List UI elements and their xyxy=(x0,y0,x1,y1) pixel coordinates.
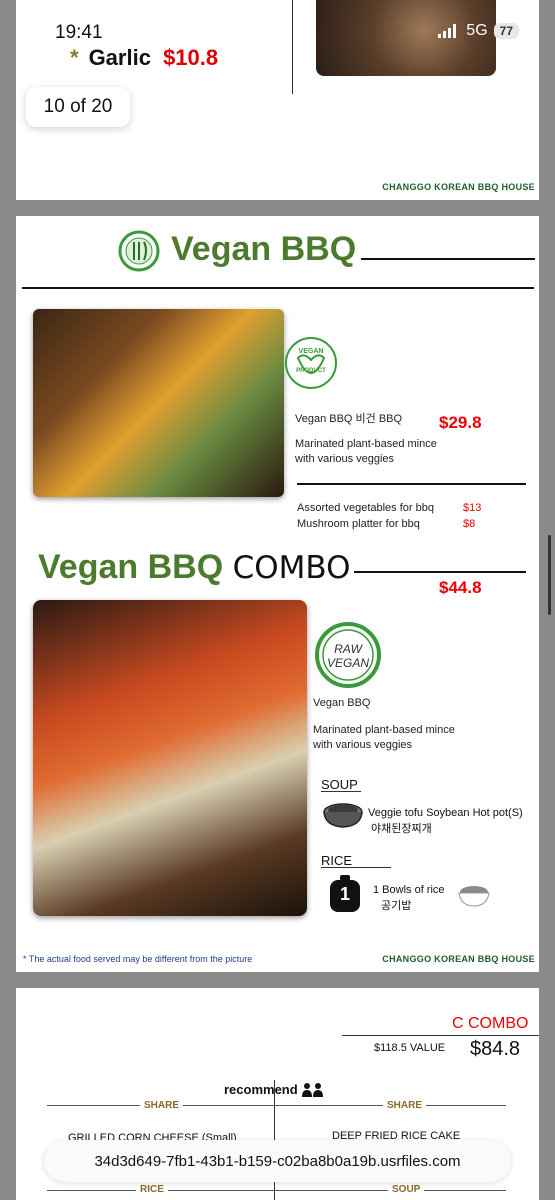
vegan-product-badge-icon: VEGAN PRODUCT xyxy=(284,336,338,390)
vegan-text: VEGAN xyxy=(327,656,369,670)
people-icon xyxy=(301,1082,323,1097)
soup-label: SOUP xyxy=(321,777,358,792)
soup-label: SOUP xyxy=(388,1184,425,1195)
url-bar[interactable]: 34d3d649-7fb1-43b1-b159-c02ba8b0a19b.usr… xyxy=(44,1140,511,1182)
item-price: $29.8 xyxy=(439,413,482,432)
page-counter: 10 of 20 xyxy=(26,87,130,127)
item-name: Garlic xyxy=(88,45,151,70)
status-time: 19:41 xyxy=(55,22,103,43)
brand-footer: CHANGGO KOREAN BBQ HOUSE xyxy=(382,182,535,192)
raw-text: RAW xyxy=(334,642,363,656)
recommend-label: recommend xyxy=(224,1082,298,1097)
rice-item-en: 1 Bowls of rice xyxy=(373,884,445,896)
combo-desc-2: with various veggies xyxy=(313,739,413,751)
rice-soup-rule xyxy=(47,1190,506,1191)
rice-label: RICE xyxy=(321,853,353,868)
item-desc-2: with various veggies xyxy=(295,453,395,465)
menu-item-garlic: * Garlic $10.8 xyxy=(70,45,218,71)
combo-name: C COMBO xyxy=(452,1015,529,1032)
network-label: 5G xyxy=(466,22,488,39)
extra-name-2: Mushroom platter for bbq xyxy=(297,518,420,530)
item-price: $10.8 xyxy=(163,45,219,70)
soup-item-kr: 야채된장찌개 xyxy=(371,823,432,835)
scrollbar[interactable] xyxy=(548,535,551,615)
brand-footer: CHANGGO KOREAN BBQ HOUSE xyxy=(382,954,535,964)
extra-price-1: $13 xyxy=(463,502,482,514)
vegan-bbq-image xyxy=(33,309,284,497)
title-rule xyxy=(361,258,535,260)
menu-page-2: Vegan BBQ VEGAN PRODUCT Vegan BBQ 비건 BBQ… xyxy=(16,216,539,972)
badge-text-2: PRODUCT xyxy=(296,368,326,374)
combo-price: $84.8 xyxy=(470,1038,521,1060)
rice-item-kr: 공기밥 xyxy=(381,900,412,912)
status-indicators: 5G 77 xyxy=(438,22,519,40)
combo-rule xyxy=(354,571,526,573)
battery-icon: 77 xyxy=(493,23,519,39)
rice-rule xyxy=(321,867,391,868)
value-text: $118.5 VALUE xyxy=(374,1042,446,1054)
item-star: * xyxy=(70,45,79,70)
item-rule xyxy=(297,483,526,485)
badge-text-1: VEGAN xyxy=(299,348,324,355)
rice-label: RICE xyxy=(136,1184,168,1195)
combo-price: $44.8 xyxy=(439,578,482,597)
soup-rule xyxy=(321,791,361,792)
combo-desc-1: Marinated plant-based mince xyxy=(313,724,455,736)
item-name: Vegan BBQ 비건 BBQ xyxy=(295,413,403,425)
share-right: SHARE xyxy=(383,1100,427,1111)
combo-item-name: Vegan BBQ xyxy=(313,697,371,709)
rice-bowl-icon xyxy=(457,882,491,908)
share-left: SHARE xyxy=(140,1100,184,1111)
vegan-combo-image xyxy=(33,600,307,916)
disclaimer: * The actual food served may be differen… xyxy=(23,954,253,964)
rice-count: 1 xyxy=(339,884,350,904)
extra-name-1: Assorted vegetables for bbq xyxy=(297,502,434,514)
item-desc-1: Marinated plant-based mince xyxy=(295,438,437,450)
share-rule xyxy=(47,1105,506,1106)
section-rule xyxy=(22,287,534,289)
combo-title: Vegan BBQ COMBO xyxy=(38,548,351,587)
rice-cooker-icon: 1 xyxy=(326,874,364,916)
combo-title-a: Vegan BBQ xyxy=(38,548,224,586)
vegan-logo-icon xyxy=(118,230,160,272)
soup-item-en: Veggie tofu Soybean Hot pot(S) xyxy=(368,807,523,819)
extra-price-2: $8 xyxy=(463,518,476,530)
combo-title-b: COMBO xyxy=(232,550,351,586)
divider-line xyxy=(292,0,293,94)
raw-vegan-badge-icon: RAW VEGAN xyxy=(313,620,383,690)
hotpot-icon xyxy=(321,798,365,830)
combo-rule xyxy=(342,1035,539,1036)
signal-icon xyxy=(438,24,457,38)
section-title: Vegan BBQ xyxy=(171,230,357,268)
